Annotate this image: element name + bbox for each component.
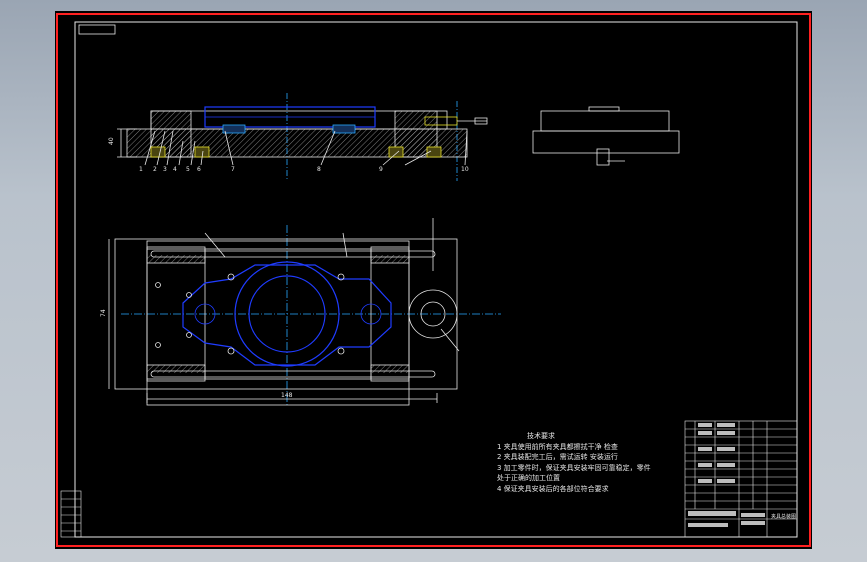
revision-table bbox=[60, 490, 82, 538]
side-boss bbox=[588, 106, 620, 112]
side-body bbox=[532, 130, 680, 154]
note-line: 4 保证夹具安装后的各部位符合要求 bbox=[497, 484, 609, 493]
part-label: 10 bbox=[461, 166, 469, 173]
part-label: 8 bbox=[317, 166, 321, 173]
note-line: 1 夹具使用前所有夹具都擦拭干净 检查 bbox=[497, 442, 618, 451]
part-label: 2 bbox=[153, 166, 157, 173]
drawing-number-box bbox=[78, 24, 116, 35]
title-block-fill bbox=[688, 423, 765, 527]
note-line: 处于正确的加工位置 bbox=[497, 474, 560, 482]
part-label: 6 bbox=[197, 166, 201, 173]
drawing-viewport[interactable]: 1 2 3 4 5 6 7 8 9 10 40 148 74 技术要求 1 夹具… bbox=[55, 11, 812, 549]
side-key bbox=[596, 148, 610, 166]
part-label: 3 bbox=[163, 166, 167, 173]
part-label: 1 bbox=[139, 166, 143, 173]
dimension-text: 148 bbox=[281, 392, 293, 399]
side-top bbox=[540, 110, 670, 132]
dimension-text: 40 bbox=[108, 137, 115, 145]
top-view bbox=[108, 218, 501, 406]
part-label: 4 bbox=[173, 166, 177, 173]
technical-requirements: 技术要求 1 夹具使用前所有夹具都擦拭干净 检查 2 夹具装配完工后，需试运转 … bbox=[497, 431, 651, 494]
part-label: 5 bbox=[186, 166, 190, 173]
inner-border bbox=[74, 21, 798, 538]
top-view-labels: 148 74 bbox=[100, 309, 293, 399]
part-label: 7 bbox=[231, 166, 235, 173]
note-line: 2 夹具装配完工后，需试运转 安装运行 bbox=[497, 453, 618, 461]
dimension-text: 74 bbox=[100, 309, 107, 317]
cad-drawing-canvas: 1 2 3 4 5 6 7 8 9 10 40 148 74 bbox=[56, 13, 811, 547]
notes-title: 技术要求 bbox=[527, 432, 555, 440]
note-line: 3 加工零件时，保证夹具安装牢固可靠稳定，零件 bbox=[497, 463, 651, 472]
part-label: 9 bbox=[379, 166, 383, 173]
drawing-name: 夹具总装图 bbox=[771, 514, 797, 520]
side-view bbox=[532, 106, 680, 166]
outer-border bbox=[56, 13, 811, 547]
